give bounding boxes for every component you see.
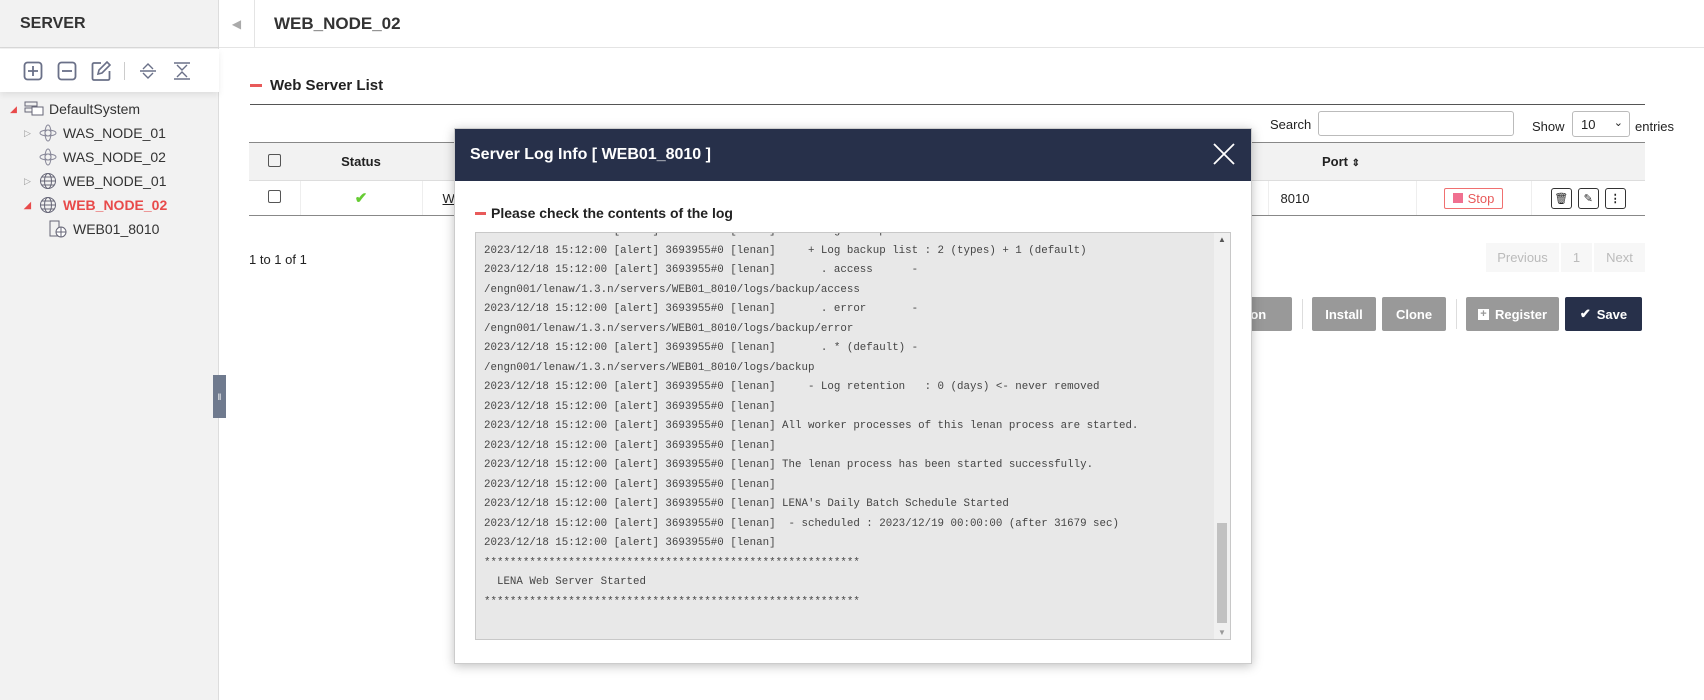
column-port-label: Port [1322, 154, 1348, 169]
sort-icon: ⇕ [1351, 158, 1361, 169]
tree-item-web-node-01[interactable]: ▷ WEB_NODE_01 [24, 170, 166, 192]
section-title: Web Server List [250, 77, 383, 94]
collapsed-toggle-icon[interactable]: ▷ [24, 176, 38, 187]
more-button[interactable]: ⋮ [1604, 187, 1626, 209]
next-button[interactable]: Next [1594, 243, 1645, 272]
top-bar [219, 0, 1704, 48]
close-icon [1213, 143, 1235, 165]
modal-subtitle-text: Please check the contents of the log [491, 205, 733, 221]
modal-header: Server Log Info [ WEB01_8010 ] [455, 129, 1251, 181]
tree-label: WEB_NODE_02 [63, 197, 168, 213]
tree-label: WEB_NODE_01 [63, 173, 167, 189]
trash-icon: 🗑 [1554, 192, 1569, 205]
expanded-toggle-icon[interactable]: ◢ [24, 200, 38, 211]
close-button[interactable] [1211, 141, 1237, 167]
clone-button[interactable]: Clone [1382, 297, 1446, 331]
register-button[interactable]: + Register [1466, 297, 1559, 331]
chevron-left-icon: ◀ [231, 17, 242, 31]
tree-toolbar [0, 49, 219, 92]
scroll-up-icon[interactable]: ▲ [1218, 235, 1226, 244]
save-button[interactable]: ✔ Save [1565, 297, 1642, 331]
row-checkbox[interactable] [267, 190, 281, 203]
tree-item-web-node-02[interactable]: ◢ WEB_NODE_02 [24, 194, 167, 216]
tree-label: DefaultSystem [49, 101, 141, 117]
chevron-down-icon: ⌄ [1613, 117, 1623, 129]
edit-button[interactable]: ✎ [1577, 187, 1599, 209]
delete-button[interactable]: 🗑 [1550, 187, 1572, 209]
port-cell: 8010 [1268, 180, 1417, 216]
add-icon[interactable] [22, 60, 44, 82]
tree-label: WAS_NODE_01 [63, 125, 166, 141]
tree-label: WAS_NODE_02 [63, 149, 166, 165]
page-1-button[interactable]: 1 [1561, 243, 1592, 272]
edit-icon[interactable] [90, 60, 112, 82]
collapse-sidebar-button[interactable]: ◀ [219, 0, 255, 48]
column-status[interactable]: Status [300, 142, 422, 181]
stop-button[interactable]: Stop [1443, 187, 1504, 209]
globe-icon [40, 173, 56, 189]
expand-icon[interactable] [137, 60, 159, 82]
sidebar-resize-handle[interactable]: ‖ [213, 375, 226, 418]
scroll-thumb[interactable] [1217, 523, 1227, 623]
tree-item-web01-8010[interactable]: WEB01_8010 [48, 218, 159, 240]
plus-square-icon: + [1477, 308, 1489, 320]
show-label: Show [1532, 119, 1565, 134]
more-vertical-icon: ⋮ [1609, 192, 1621, 205]
sidebar: SERVER ◢ DefaultSystem ▷ WAS_NODE_01 WAS_N… [0, 0, 219, 700]
sidebar-title: SERVER [0, 0, 219, 48]
search-input[interactable] [1318, 111, 1514, 136]
was-node-icon [39, 124, 57, 142]
section-title-text: Web Server List [270, 77, 384, 94]
globe-icon [40, 197, 56, 213]
collapse-icon[interactable] [171, 60, 193, 82]
log-viewer[interactable]: 2023/12/18 15:12:00 [alert] 3693955#0 [l… [475, 232, 1231, 640]
collapsed-toggle-icon[interactable]: ▷ [24, 128, 38, 139]
divider [250, 104, 1645, 105]
was-node-icon [39, 148, 57, 166]
modal-title: Server Log Info [ WEB01_8010 ] [470, 146, 711, 163]
tree-label: WEB01_8010 [73, 221, 160, 237]
register-label: Register [1494, 306, 1548, 322]
log-content: 2023/12/18 15:12:00 [alert] 3693955#0 [l… [484, 233, 1139, 608]
server-log-modal: Server Log Info [ WEB01_8010 ] Please ch… [454, 128, 1252, 664]
system-icon [24, 101, 44, 116]
select-all-checkbox[interactable] [268, 153, 281, 167]
pencil-icon: ✎ [1583, 192, 1593, 205]
page-info: 1 to 1 of 1 [249, 252, 307, 267]
entries-value: 10 [1581, 117, 1596, 132]
server-icon [49, 220, 67, 238]
server-name-link[interactable]: W [443, 191, 455, 206]
search-label: Search [1270, 117, 1312, 132]
column-port[interactable]: Port ⇕ [1268, 142, 1416, 181]
tree-item-was-node-01[interactable]: ▷ WAS_NODE_01 [24, 122, 166, 144]
remove-icon[interactable] [56, 60, 78, 82]
stop-icon [1452, 193, 1463, 203]
stop-label: Stop [1467, 190, 1495, 206]
save-label: Save [1596, 306, 1628, 322]
expanded-toggle-icon[interactable]: ◢ [10, 104, 24, 115]
status-running-icon: ✔ [300, 180, 423, 216]
page-title: WEB_NODE_02 [274, 14, 401, 33]
scroll-down-icon[interactable]: ▼ [1218, 628, 1226, 637]
toolbar-divider [124, 61, 125, 80]
check-icon: ✔ [1579, 306, 1591, 321]
entries-label: entries [1635, 119, 1675, 134]
modal-subtitle: Please check the contents of the log [475, 205, 733, 221]
entries-select[interactable]: 10 ⌄ [1572, 111, 1630, 137]
install-button[interactable]: Install [1312, 297, 1376, 331]
tree-item-was-node-02[interactable]: WAS_NODE_02 [24, 146, 166, 168]
previous-button[interactable]: Previous [1486, 243, 1559, 272]
log-scrollbar[interactable]: ▲ ▼ [1214, 233, 1230, 639]
tree-item-defaultsystem[interactable]: ◢ DefaultSystem [10, 98, 140, 120]
